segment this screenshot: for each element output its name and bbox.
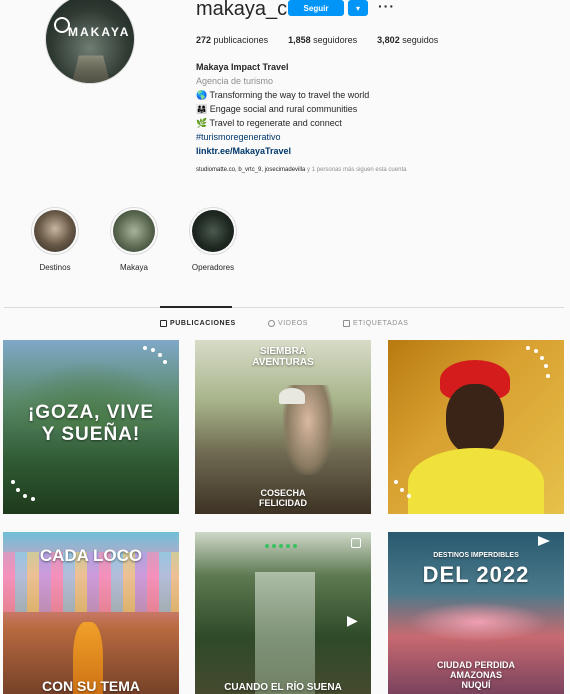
- highlight-cover: [192, 210, 234, 252]
- tab-publicaciones[interactable]: PUBLICACIONES: [160, 320, 236, 327]
- highlight-label: Destinos: [39, 263, 71, 272]
- suggestions-dropdown-button[interactable]: ▾: [348, 0, 368, 16]
- post-caption-bottom: COSECHA FELICIDAD: [259, 488, 307, 508]
- highlight-label: Makaya: [119, 263, 148, 272]
- hat-graphic: [279, 388, 305, 404]
- tab-etiquetadas[interactable]: ETIQUETADAS: [343, 320, 408, 327]
- bio-line: 🌎 Transforming the way to travel the wor…: [196, 90, 370, 100]
- avatar-path-graphic: [71, 55, 111, 83]
- tag-icon: [343, 320, 350, 327]
- highlight-cover: [113, 210, 155, 252]
- username: makaya_col: [196, 0, 303, 20]
- follow-button[interactable]: Seguir: [288, 0, 344, 16]
- post-caption-top: SIEMBRA AVENTURAS: [252, 346, 314, 368]
- tabs-divider: [4, 307, 564, 308]
- post-caption-bottom: CUANDO EL RÍO SUENA: [224, 682, 342, 693]
- highlight-destinos[interactable]: Destinos: [31, 207, 79, 272]
- grid-icon: [160, 320, 167, 327]
- reel-icon: [538, 536, 550, 546]
- post-tile[interactable]: [388, 340, 564, 514]
- profile-bio: Makaya Impact Travel Agencia de turismo …: [196, 60, 369, 158]
- post-tile[interactable]: SIEMBRA AVENTURAS COSECHA FELICIDAD: [195, 340, 371, 514]
- following-count[interactable]: 3,802 seguidos: [377, 35, 438, 45]
- post-tile[interactable]: CADA LOCO CON SU TEMA: [3, 532, 179, 694]
- bio-line: 🌿 Travel to regenerate and connect: [196, 118, 342, 128]
- post-caption-top: CADA LOCO: [39, 546, 143, 565]
- play-icon: [268, 320, 275, 327]
- post-caption-small: DESTINOS IMPERDIBLES: [433, 552, 519, 559]
- river-graphic: [255, 572, 315, 694]
- bio-line: 👨‍👩‍👧 Engage social and rural communitie…: [196, 104, 358, 114]
- chevron-down-icon: ▾: [355, 3, 360, 13]
- face-graphic: [446, 384, 504, 454]
- highlight-cover: [34, 210, 76, 252]
- followed-by-text[interactable]: studiomatte.co, b_vrtc_9, josecimadevill…: [196, 167, 406, 173]
- dress-graphic: [408, 448, 544, 514]
- hashtag-link[interactable]: #turismoregenerativo: [196, 130, 369, 144]
- profile-page: MAKAYA makaya_col Seguir ▾ ··· 272 publi…: [0, 0, 570, 694]
- carousel-icon: [351, 538, 361, 548]
- tab-videos[interactable]: VIDEOS: [268, 320, 308, 327]
- followers-count[interactable]: 1,858 seguidores: [288, 35, 357, 45]
- external-link[interactable]: linktr.ee/MakayaTravel: [196, 144, 369, 158]
- post-caption-top: DEL 2022: [422, 562, 530, 587]
- post-tile[interactable]: ¡GOZA, VIVE Y SUEÑA!: [3, 340, 179, 514]
- posts-count: 272 publicaciones: [196, 35, 269, 45]
- post-caption: ¡GOZA, VIVE Y SUEÑA!: [27, 402, 155, 445]
- highlight-makaya[interactable]: Makaya: [110, 207, 158, 272]
- avatar-logo-text: MAKAYA: [68, 25, 131, 39]
- post-tile[interactable]: DESTINOS IMPERDIBLES DEL 2022 CIUDAD PER…: [388, 532, 564, 694]
- video-play-icon: ▶: [347, 612, 358, 628]
- profile-stats: 272 publicaciones 1,858 seguidores 3,802…: [196, 35, 458, 45]
- active-tab-indicator: [160, 306, 232, 308]
- highlight-label: Operadores: [191, 263, 235, 272]
- more-options-icon[interactable]: ···: [378, 0, 395, 14]
- display-name: Makaya Impact Travel: [196, 62, 289, 72]
- post-caption-bottom: CON SU TEMA: [42, 678, 140, 694]
- highlight-operadores[interactable]: Operadores: [189, 207, 237, 272]
- category-label: Agencia de turismo: [196, 76, 274, 86]
- profile-avatar[interactable]: MAKAYA: [45, 0, 135, 84]
- post-caption-bottom: CIUDAD PERDIDA AMAZONAS NUQUÍ: [436, 660, 515, 690]
- post-tile[interactable]: ▶ CUANDO EL RÍO SUENA: [195, 532, 371, 694]
